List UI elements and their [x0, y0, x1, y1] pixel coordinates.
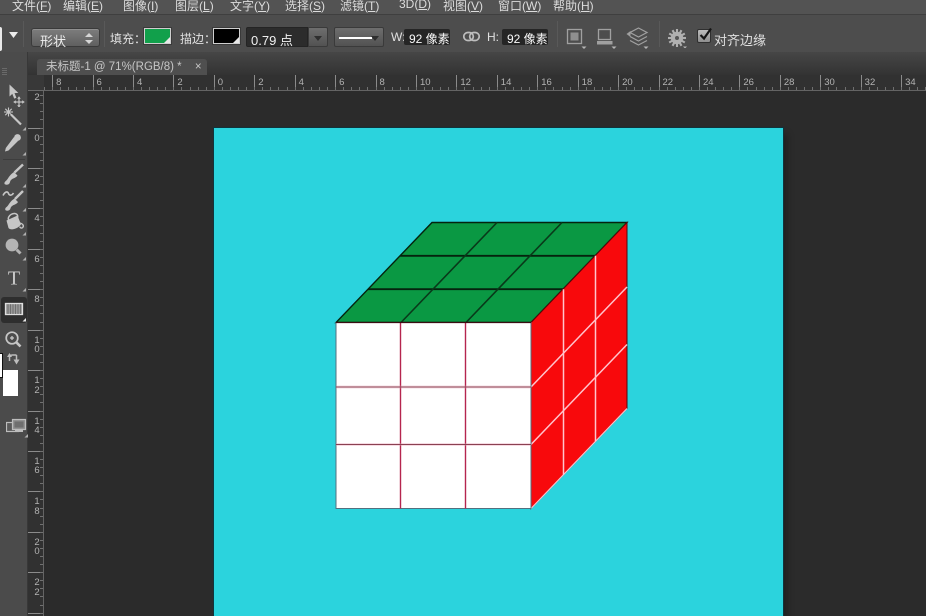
svg-text:T: T	[8, 267, 20, 289]
